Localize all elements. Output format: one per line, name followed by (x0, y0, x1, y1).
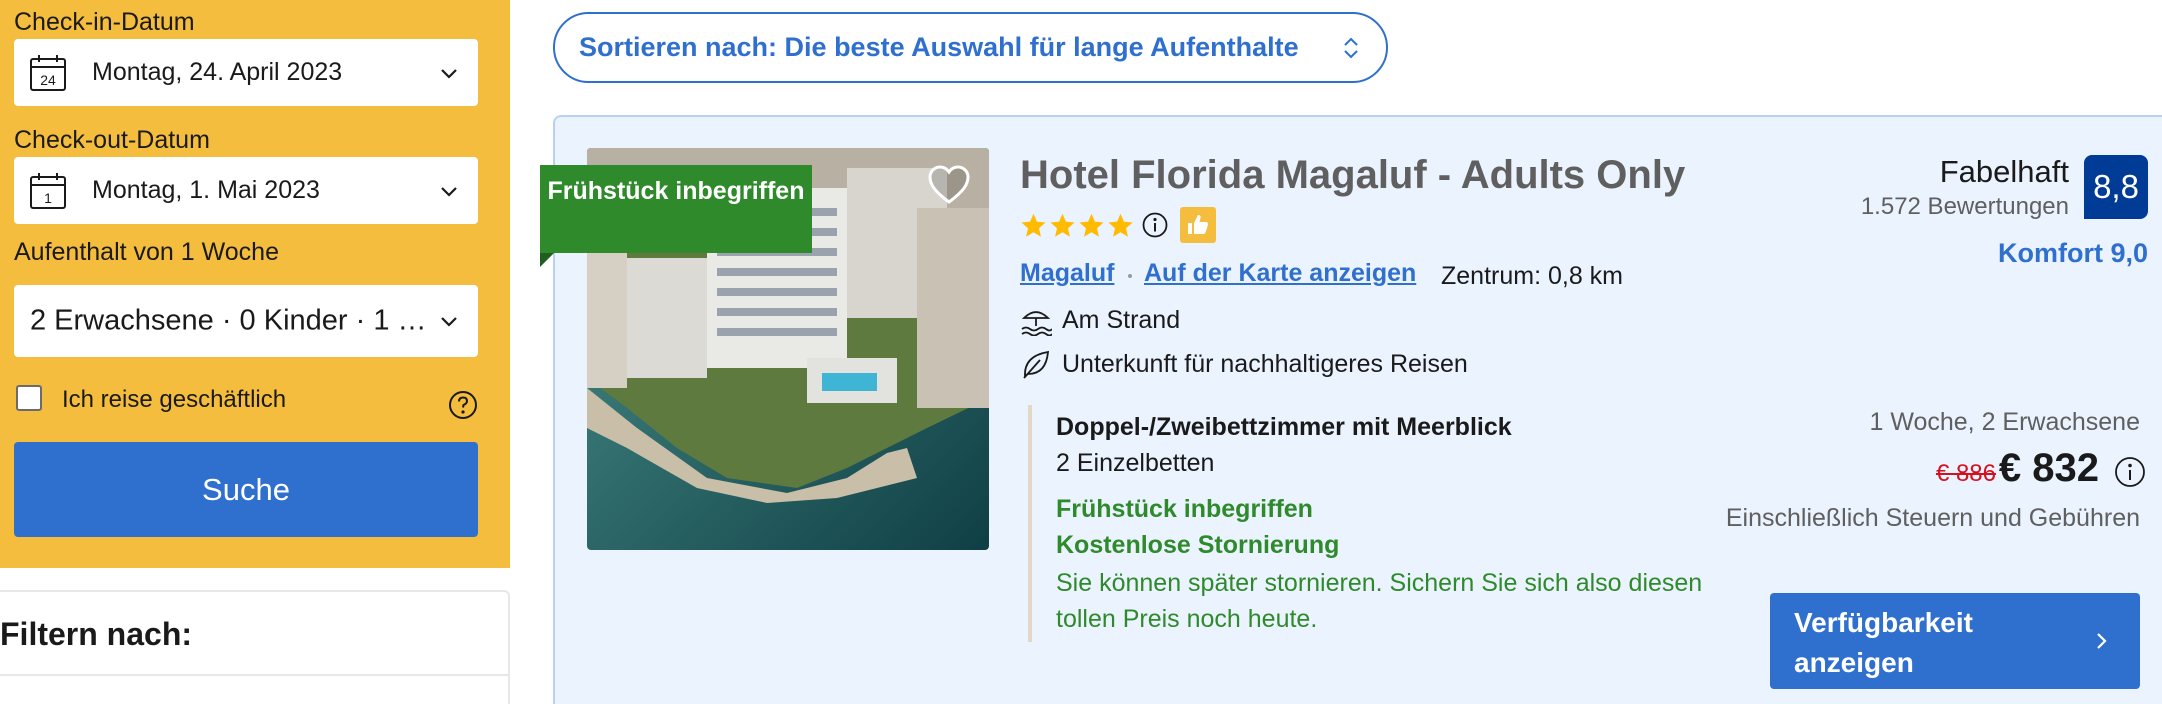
star-icon (1021, 213, 1046, 237)
show-on-map-link[interactable]: Auf der Karte anzeigen (1144, 259, 1416, 288)
feature-beach: Am Strand (1020, 303, 1180, 337)
location-link[interactable]: Magaluf (1020, 259, 1114, 288)
search-button[interactable]: Suche (14, 442, 478, 537)
chevron-down-icon (441, 186, 457, 197)
checkout-value: Montag, 1. Mai 2023 (92, 176, 320, 204)
leaf-icon (1023, 350, 1050, 379)
room-info: Doppel-/Zweibettzimmer mit Meerblick 2 E… (1028, 405, 1728, 642)
thumbs-up-icon (1188, 215, 1209, 234)
search-panel: Check-in-Datum 24 Montag, 24. April 2023… (0, 0, 510, 568)
star-icon (1079, 213, 1104, 237)
comfort-score: Komfort 9,0 (1997, 238, 2148, 268)
ribbon-fold (540, 253, 554, 267)
sort-button[interactable]: Sortieren nach: Die beste Auswahl für la… (553, 12, 1388, 83)
distance-to-center: Zentrum: 0,8 km (1441, 262, 1623, 290)
price-info-icon[interactable] (2114, 456, 2146, 488)
checkin-label: Check-in-Datum (14, 8, 195, 36)
filter-panel: Filtern nach: (0, 590, 510, 704)
calendar-icon: 24 (30, 54, 66, 91)
chevron-right-icon (2097, 633, 2107, 649)
feature-beach-label: Am Strand (1062, 305, 1181, 334)
calendar-day: 24 (40, 72, 56, 88)
show-availability-button[interactable]: Verfügbarkeit anzeigen (1770, 593, 2140, 689)
feature-sustainable-label: Unterkunft für nachhaltigeres Reisen (1062, 349, 1468, 378)
star-icon (1050, 213, 1075, 237)
checkin-date-field[interactable]: 24 Montag, 24. April 2023 (14, 39, 478, 106)
calendar-day: 1 (44, 190, 52, 206)
stars (1020, 212, 1136, 239)
stay-summary: 1 Woche, 2 Erwachsene (1869, 408, 2140, 436)
help-icon[interactable] (448, 390, 478, 420)
tax-note: Einschließlich Steuern und Gebühren (1725, 504, 2140, 532)
stay-duration-label: Aufenthalt von 1 Woche (14, 238, 279, 266)
preferred-partner-badge[interactable] (1180, 207, 1216, 243)
feature-sustainable: Unterkunft für nachhaltigeres Reisen (1020, 347, 1468, 381)
filter-divider (0, 674, 508, 676)
guests-value: 2 Erwachsene · 0 Kinder · 1 Zimmer (30, 304, 430, 337)
guests-selector[interactable]: 2 Erwachsene · 0 Kinder · 1 Zimmer (14, 285, 478, 357)
review-score-badge[interactable]: 8,8 (2084, 155, 2148, 219)
sort-toggle-icon (1344, 37, 1358, 58)
info-icon[interactable] (1142, 212, 1168, 238)
sort-label: Sortieren nach: Die beste Auswahl für la… (579, 32, 1299, 62)
original-price: € 886 (1935, 460, 1996, 487)
room-title: Doppel-/Zweibettzimmer mit Meerblick (1056, 413, 1512, 441)
business-travel-row: Ich reise geschäftlich (14, 384, 478, 419)
price-row: € 886 € 832 (1760, 446, 2146, 494)
review-word: Fabelhaft (1939, 154, 2069, 189)
checkout-date-field[interactable]: 1 Montag, 1. Mai 2023 (14, 157, 478, 224)
beach-umbrella-icon (1021, 311, 1052, 336)
free-cancellation: Kostenlose Stornierung (1056, 531, 1340, 559)
checkin-value: Montag, 24. April 2023 (92, 58, 343, 86)
chevron-down-icon (441, 68, 457, 79)
business-travel-checkbox[interactable] (16, 385, 42, 411)
hotel-name-link[interactable]: Hotel Florida Magaluf - Adults Only (1020, 153, 1685, 198)
review-count: 1.572 Bewertungen (1860, 193, 2069, 220)
chevron-down-icon (441, 317, 457, 327)
room-beds: 2 Einzelbetten (1056, 449, 1215, 477)
current-price: € 832 (1998, 446, 2099, 490)
favorite-heart-icon[interactable] (926, 162, 972, 208)
filter-title: Filtern nach: (0, 616, 193, 652)
star-icon (1108, 213, 1133, 237)
breakfast-included: Frühstück inbegriffen (1056, 495, 1313, 523)
separator-dot (1128, 274, 1132, 278)
breakfast-ribbon: Frühstück inbegriffen (540, 165, 812, 253)
calendar-icon: 1 (30, 172, 66, 209)
availability-label: Verfügbarkeit anzeigen (1794, 607, 1973, 678)
star-rating (1020, 207, 1216, 243)
cancellation-note: Sie können später stornieren. Sichern Si… (1056, 569, 1703, 633)
business-travel-label: Ich reise geschäftlich (62, 386, 287, 413)
checkout-label: Check-out-Datum (14, 126, 210, 154)
